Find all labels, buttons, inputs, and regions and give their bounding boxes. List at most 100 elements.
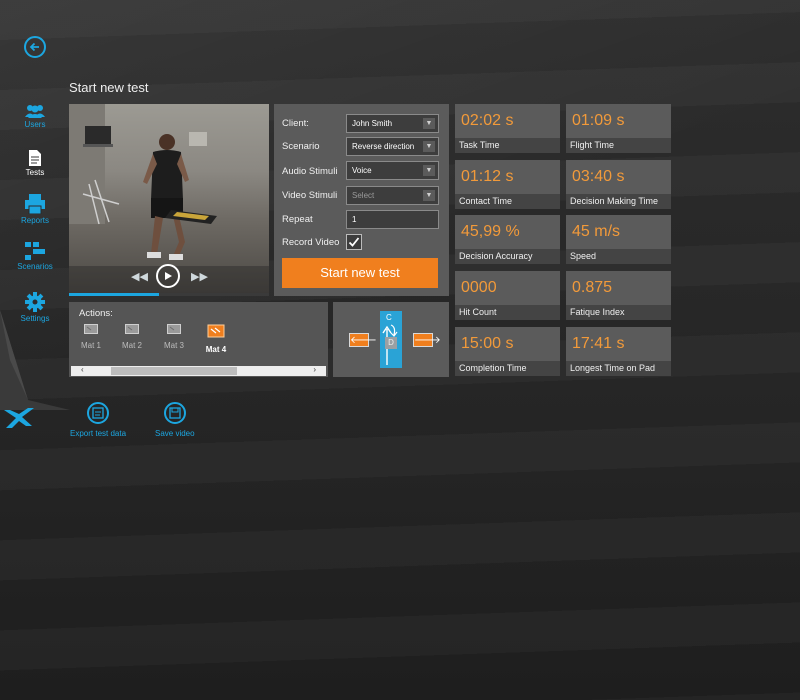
direction-panel: 🡐 C D 🡒 — [333, 302, 449, 377]
video-progress-fill — [69, 293, 159, 296]
scenario-select-value: Reverse direction — [352, 142, 415, 151]
scenarios-icon — [25, 242, 45, 260]
video-stimuli-select[interactable]: Select ▼ — [346, 186, 439, 205]
repeat-input-value: 1 — [352, 215, 357, 224]
stat-value: 45,99 % — [461, 223, 520, 240]
sidebar-item-scenarios[interactable]: Scenarios — [12, 242, 58, 271]
stat-tile-fatigue-index: 0.875 Fatique Index — [566, 271, 671, 320]
mat-icon — [84, 324, 98, 334]
stat-label: Hit Count — [455, 305, 560, 320]
stat-tile-task-time: 02:02 s Task Time — [455, 104, 560, 153]
stat-tile-speed: 45 m/s Speed — [566, 215, 671, 264]
stat-value: 0.875 — [572, 279, 613, 296]
actions-panel: Actions: Mat 1 Mat 2 Mat 3 Mat 4 ‹ › — [69, 302, 328, 377]
video-player[interactable]: ◀◀ ▶▶ — [69, 104, 269, 296]
scrollbar-thumb[interactable] — [111, 367, 237, 375]
stat-label: Decision Making Time — [566, 194, 671, 209]
stat-label: Task Time — [455, 138, 560, 153]
audio-stimuli-select[interactable]: Voice ▼ — [346, 161, 439, 180]
scroll-right-icon[interactable]: › — [313, 365, 316, 374]
mat-3-button[interactable]: Mat 3 — [158, 324, 190, 350]
export-test-data-button[interactable]: Export test data — [70, 402, 126, 438]
audio-stimuli-label: Audio Stimuli — [282, 166, 338, 177]
rewind-icon[interactable]: ◀◀ — [131, 270, 148, 283]
mat-icon — [125, 324, 139, 334]
chevron-down-icon: ▼ — [423, 118, 435, 129]
mat-label: Mat 2 — [121, 341, 142, 350]
stat-tile-hit-count: 0000 Hit Count — [455, 271, 560, 320]
chevron-down-icon: ▼ — [423, 141, 435, 152]
save-video-label: Save video — [155, 429, 195, 438]
chevron-down-icon: ▼ — [423, 190, 435, 201]
audio-stimuli-select-value: Voice — [352, 166, 372, 175]
repeat-label: Repeat — [282, 214, 313, 225]
arrow-right-button[interactable]: 🡒 — [413, 333, 441, 347]
mat-1-button[interactable]: Mat 1 — [75, 324, 107, 350]
mat-4-button[interactable]: Mat 4 — [200, 324, 232, 354]
actions-scrollbar[interactable]: ‹ › — [71, 365, 326, 376]
stat-value: 01:12 s — [461, 168, 514, 185]
stat-value: 03:40 s — [572, 168, 625, 185]
page-title: Start new test — [69, 80, 149, 95]
stat-label: Contact Time — [455, 194, 560, 209]
video-stimuli-label: Video Stimuli — [282, 190, 338, 201]
arrow-left-icon: 🡐 — [350, 335, 377, 346]
client-select[interactable]: John Smith ▼ — [346, 114, 439, 133]
chevron-down-icon: ▼ — [423, 165, 435, 176]
stat-label: Decision Accuracy — [455, 249, 560, 264]
app-logo-icon — [4, 408, 34, 428]
arrow-left-button[interactable]: 🡐 — [349, 333, 377, 347]
back-button[interactable] — [24, 36, 46, 58]
test-setup-form: Client: John Smith ▼ Scenario Reverse di… — [274, 104, 449, 296]
scenario-label: Scenario — [282, 141, 320, 152]
back-arrow-icon — [29, 42, 39, 52]
direction-column[interactable]: C D — [380, 311, 402, 368]
stat-label: Speed — [566, 249, 671, 264]
stat-label: Completion Time — [455, 361, 560, 376]
play-button[interactable] — [156, 264, 180, 288]
stat-tile-longest-time-on-pad: 17:41 s Longest Time on Pad — [566, 327, 671, 376]
stat-value: 0000 — [461, 279, 497, 296]
video-stimuli-placeholder: Select — [352, 191, 375, 200]
sidebar-item-label: Users — [24, 120, 46, 129]
stat-label: Flight Time — [566, 138, 671, 153]
sidebar-item-reports[interactable]: Reports — [12, 194, 58, 225]
mat-label: Mat 4 — [205, 345, 227, 354]
stat-value: 02:02 s — [461, 112, 514, 129]
repeat-input[interactable]: 1 — [346, 210, 439, 229]
sidebar-item-label: Reports — [20, 216, 49, 225]
start-new-test-button[interactable]: Start new test — [282, 258, 438, 288]
play-icon — [165, 272, 172, 280]
decorative-shard — [0, 310, 70, 410]
stat-value: 45 m/s — [572, 223, 621, 240]
sidebar-item-users[interactable]: Users — [12, 104, 58, 129]
stat-value: 15:00 s — [461, 335, 514, 352]
sidebar-item-label: Scenarios — [17, 262, 53, 271]
record-video-checkbox[interactable] — [346, 234, 362, 250]
users-icon — [25, 105, 45, 118]
record-video-label: Record Video — [282, 237, 340, 248]
save-video-button[interactable]: Save video — [155, 402, 195, 438]
stat-label: Fatique Index — [566, 305, 671, 320]
stat-value: 17:41 s — [572, 335, 625, 352]
client-label: Client: — [282, 118, 309, 129]
scenario-select[interactable]: Reverse direction ▼ — [346, 137, 439, 156]
mat-label: Mat 1 — [80, 341, 101, 350]
mat-icon — [207, 324, 225, 338]
fast-forward-icon[interactable]: ▶▶ — [191, 270, 208, 283]
mat-2-button[interactable]: Mat 2 — [116, 324, 148, 350]
export-test-data-label: Export test data — [70, 429, 127, 438]
checkmark-icon — [348, 237, 360, 247]
export-icon — [87, 402, 110, 424]
reports-icon — [25, 194, 45, 214]
stat-label: Longest Time on Pad — [566, 361, 671, 376]
scroll-left-icon[interactable]: ‹ — [81, 365, 84, 374]
actions-title: Actions: — [79, 308, 113, 319]
arrow-right-icon: 🡒 — [414, 335, 441, 346]
stat-value: 01:09 s — [572, 112, 625, 129]
sidebar-item-tests[interactable]: Tests — [12, 150, 58, 177]
stat-tile-flight-time: 01:09 s Flight Time — [566, 104, 671, 153]
client-select-value: John Smith — [352, 119, 393, 128]
mat-icon — [167, 324, 181, 334]
stat-tile-contact-time: 01:12 s Contact Time — [455, 160, 560, 209]
